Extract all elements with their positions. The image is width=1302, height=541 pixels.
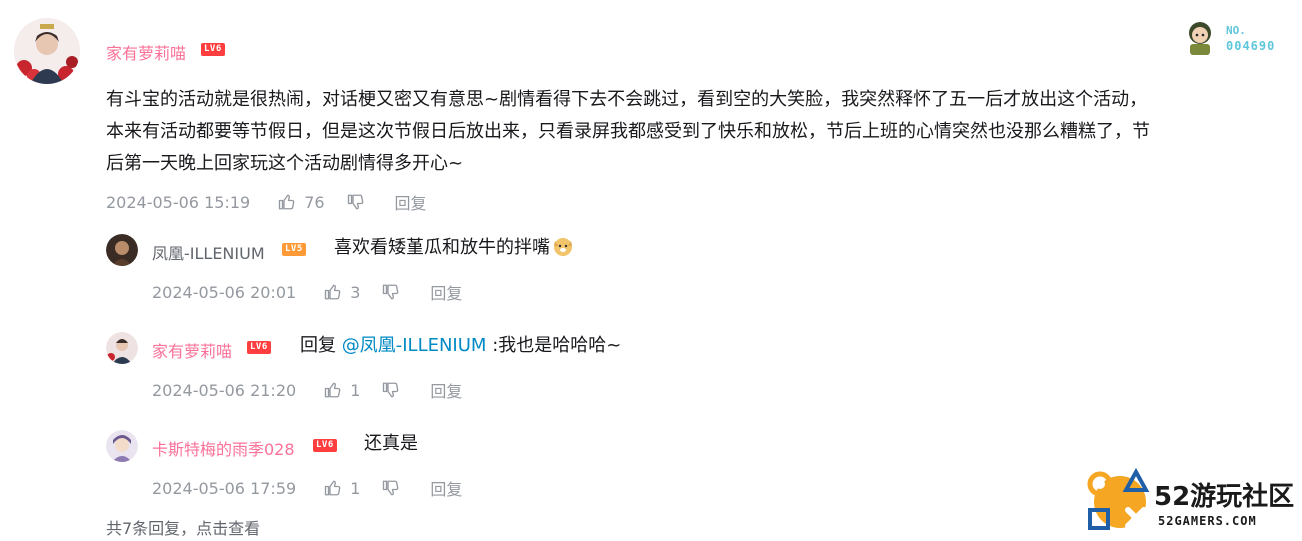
level-badge: LV6 bbox=[201, 43, 225, 56]
doge-emoji-icon bbox=[554, 238, 572, 256]
user-avatar[interactable] bbox=[106, 332, 138, 364]
level-badge: LV6 bbox=[313, 439, 337, 452]
avatar-image bbox=[106, 234, 138, 266]
mention-link[interactable]: @凤凰-ILLENIUM bbox=[342, 335, 487, 356]
reply-text: :我也是哈哈哈~ bbox=[492, 335, 622, 356]
reply-meta: 2024-05-06 20:01 3 回复 bbox=[152, 280, 462, 304]
reply-button[interactable]: 回复 bbox=[430, 280, 462, 304]
thumb-down-icon bbox=[383, 284, 399, 300]
comment-meta: 2024-05-06 15:19 76 回复 bbox=[106, 190, 427, 214]
thumb-down-icon bbox=[383, 382, 399, 398]
dislike-button[interactable] bbox=[382, 479, 400, 497]
reply-button[interactable]: 回复 bbox=[430, 378, 462, 402]
watermark-title: 52游玩社区 bbox=[1154, 482, 1295, 512]
like-button[interactable]: 3 bbox=[324, 283, 360, 302]
dislike-button[interactable] bbox=[347, 193, 365, 211]
user-avatar[interactable] bbox=[106, 234, 138, 266]
view-all-replies-link[interactable]: 共7条回复，点击查看 bbox=[106, 515, 260, 539]
reply-date: 2024-05-06 17:59 bbox=[152, 478, 297, 498]
reply-meta: 2024-05-06 17:59 1 回复 bbox=[152, 476, 462, 500]
thumb-up-icon bbox=[325, 480, 341, 496]
thumb-up-icon bbox=[325, 284, 341, 300]
thumb-down-icon bbox=[383, 480, 399, 496]
fan-badge-label: NO. bbox=[1226, 24, 1246, 37]
like-button[interactable]: 1 bbox=[324, 479, 360, 498]
like-count: 3 bbox=[350, 282, 361, 302]
avatar-image bbox=[106, 430, 138, 462]
like-count: 76 bbox=[304, 192, 325, 212]
like-button[interactable]: 76 bbox=[278, 192, 325, 212]
reply-prefix: 回复 bbox=[300, 335, 336, 356]
reply-content: 还真是 bbox=[364, 433, 418, 454]
watermark-logo: 52游玩社区 52GAMERS.COM bbox=[1084, 466, 1300, 538]
user-avatar[interactable] bbox=[106, 430, 138, 462]
reply-date: 2024-05-06 21:20 bbox=[152, 380, 297, 400]
reply-content: 喜欢看矮堇瓜和放牛的拌嘴 bbox=[334, 232, 574, 264]
avatar-image bbox=[14, 18, 80, 84]
like-count: 1 bbox=[350, 478, 361, 498]
reply-button[interactable]: 回复 bbox=[430, 476, 462, 500]
gamepad-symbols-icon bbox=[1087, 467, 1150, 530]
level-badge: LV5 bbox=[282, 243, 306, 256]
username[interactable]: 凤凰-ILLENIUM bbox=[152, 240, 265, 264]
like-button[interactable]: 1 bbox=[324, 381, 360, 400]
comment-line: 本来有活动都要等节假日，但是这次节假日后放出来，只看录屏我都感受到了快乐和放松，… bbox=[106, 121, 1150, 142]
thumb-up-icon bbox=[279, 194, 295, 210]
fan-badge: NO. 004690 bbox=[1180, 16, 1290, 58]
reply-content: 回复 @凤凰-ILLENIUM :我也是哈哈哈~ bbox=[300, 330, 621, 362]
fan-badge-icon bbox=[1189, 22, 1211, 55]
username[interactable]: 家有萝莉喵 bbox=[152, 338, 232, 362]
reply-meta: 2024-05-06 21:20 1 回复 bbox=[152, 378, 462, 402]
comment-line: 有斗宝的活动就是很热闹，对话梗又密又有意思~剧情看得下去不会跳过，看到空的大笑脸… bbox=[106, 89, 1148, 110]
dislike-button[interactable] bbox=[382, 381, 400, 399]
reply-button[interactable]: 回复 bbox=[395, 190, 427, 214]
comment-line: 后第一天晚上回家玩这个活动剧情得多开心~ bbox=[106, 153, 464, 174]
thumb-down-icon bbox=[347, 194, 363, 210]
watermark-url: 52GAMERS.COM bbox=[1158, 514, 1257, 528]
comment-date: 2024-05-06 15:19 bbox=[106, 192, 251, 212]
like-count: 1 bbox=[350, 380, 361, 400]
reply-date: 2024-05-06 20:01 bbox=[152, 282, 297, 302]
fan-badge-number: 004690 bbox=[1226, 39, 1276, 53]
username[interactable]: 卡斯特梅的雨季028 bbox=[152, 436, 295, 460]
comment-content: 有斗宝的活动就是很热闹，对话梗又密又有意思~剧情看得下去不会跳过，看到空的大笑脸… bbox=[106, 84, 1286, 180]
dislike-button[interactable] bbox=[382, 283, 400, 301]
level-badge: LV6 bbox=[247, 341, 271, 354]
user-avatar[interactable] bbox=[14, 18, 80, 84]
avatar-image bbox=[106, 332, 138, 364]
thumb-up-icon bbox=[325, 382, 341, 398]
username[interactable]: 家有萝莉喵 bbox=[106, 40, 186, 64]
